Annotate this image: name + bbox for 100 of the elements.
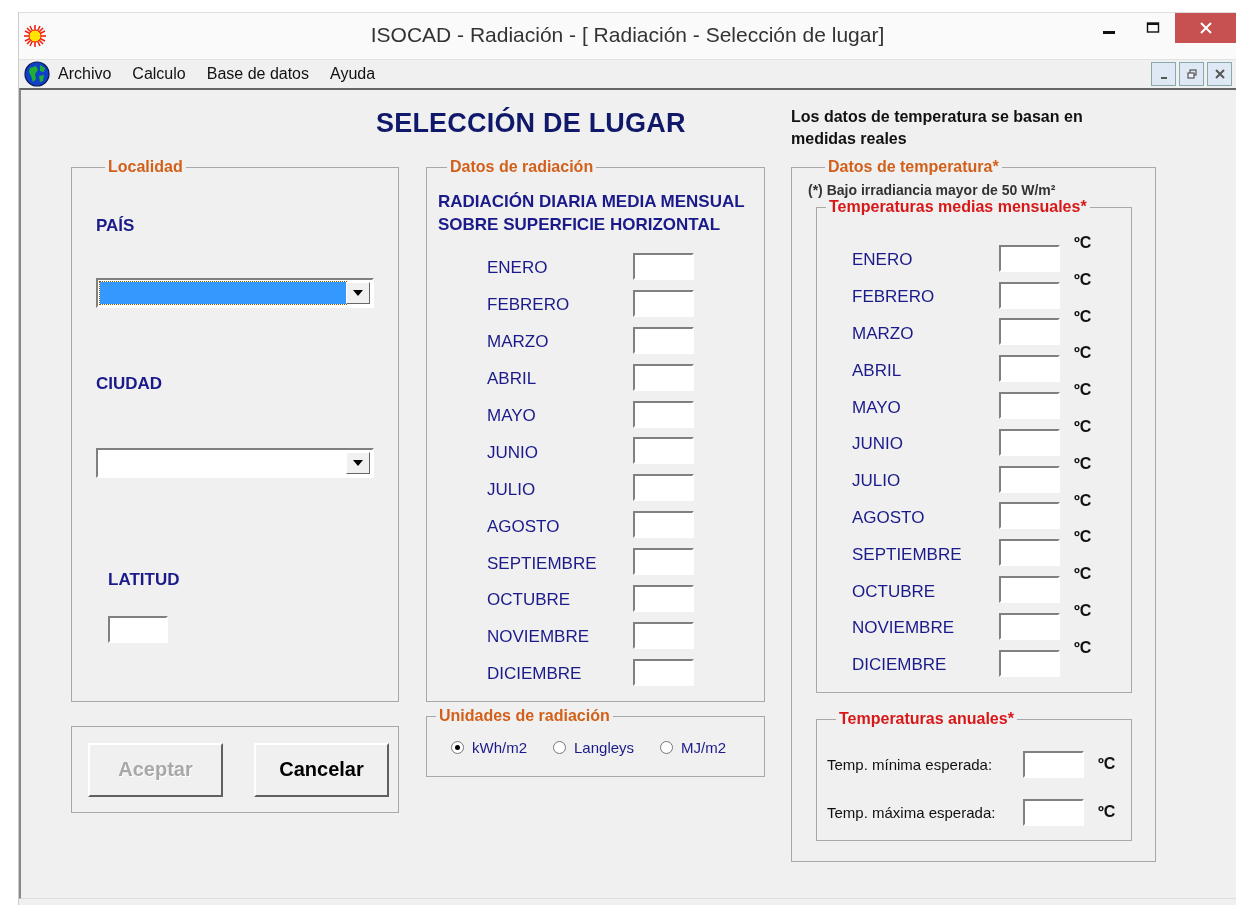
radiation-field[interactable] — [633, 252, 694, 280]
radio-button[interactable] — [553, 741, 566, 754]
radiation-field[interactable] — [633, 363, 694, 391]
menu-item[interactable]: Archivo — [58, 65, 112, 83]
month-label: JULIO — [852, 470, 902, 492]
month-label: SEPTIEMBRE — [852, 543, 963, 565]
unit-label: ºC — [1074, 307, 1092, 326]
country-dropdown[interactable] — [96, 278, 374, 308]
unit-label: ºC — [1074, 528, 1092, 547]
dropdown-arrow-button[interactable] — [346, 282, 370, 304]
month-label: SEPTIEMBRE — [487, 552, 598, 574]
temperature-field[interactable] — [999, 244, 1060, 272]
radiation-field[interactable] — [633, 511, 694, 539]
dialog-button[interactable]: Cancelar — [254, 742, 389, 797]
radiation-field[interactable] — [633, 548, 694, 576]
radiation-field[interactable] — [633, 326, 694, 354]
group-title: Datos de temperatura* — [827, 158, 1000, 176]
month-label: AGOSTO — [487, 515, 561, 537]
close-icon — [1197, 20, 1214, 36]
radiation-field[interactable] — [633, 474, 694, 502]
month-label: JUNIO — [852, 433, 904, 455]
temperature-field[interactable] — [999, 355, 1060, 383]
group-title: Unidades de radiación — [438, 707, 611, 725]
temperature-field[interactable] — [999, 649, 1060, 677]
latitude-field[interactable] — [108, 616, 168, 643]
radiation-field[interactable] — [633, 621, 694, 649]
window-title: ISOCAD - Radiación - [ Radiación - Selección de lugar] — [369, 23, 886, 47]
field-label: Temp. mínima esperada: — [827, 755, 994, 773]
radio-label[interactable]: kWh/m2 — [472, 739, 527, 756]
month-label: FEBRERO — [487, 294, 571, 316]
temperature-field[interactable] — [1023, 750, 1084, 778]
unit-label: ºC — [1098, 803, 1116, 821]
unit-label: ºC — [1074, 491, 1092, 510]
minimize-icon — [1160, 77, 1167, 79]
dropdown-arrow-button[interactable] — [346, 452, 370, 474]
month-label: MARZO — [852, 323, 915, 344]
footnote: (*) Bajo irradiancia mayor de 50 W/m² — [808, 182, 1057, 198]
menu-item[interactable]: Calculo — [132, 65, 186, 83]
close-button[interactable] — [1207, 62, 1232, 86]
group-title: Temperaturas anuales* — [838, 710, 1015, 728]
temperature-field[interactable] — [999, 539, 1060, 567]
month-label: OCTUBRE — [852, 580, 937, 602]
radiation-field[interactable] — [633, 658, 694, 686]
month-label: ENERO — [487, 257, 549, 279]
form-title: SELECCIÓN DE LUGAR — [376, 108, 687, 139]
month-label: JUNIO — [487, 441, 539, 463]
caret-icon — [353, 460, 363, 466]
unit-label: ºC — [1074, 234, 1092, 252]
radio-label[interactable]: MJ/m2 — [681, 739, 727, 756]
month-label: NOVIEMBRE — [852, 617, 956, 639]
temperature-field[interactable] — [999, 465, 1060, 493]
radiation-field[interactable] — [633, 400, 694, 428]
field-label: CIUDAD — [96, 374, 164, 394]
temperature-field[interactable] — [999, 281, 1060, 309]
sun-icon — [23, 24, 47, 48]
month-label: FEBRERO — [852, 286, 936, 308]
unit-label: ºC — [1098, 755, 1116, 773]
close-button[interactable] — [1175, 13, 1236, 43]
caret-icon — [353, 290, 363, 296]
unit-label: ºC — [1074, 638, 1092, 657]
restore-button[interactable] — [1179, 62, 1204, 86]
month-label: DICIEMBRE — [487, 663, 583, 685]
radio-button[interactable] — [451, 741, 464, 754]
unit-label: ºC — [1074, 454, 1092, 473]
month-label: ABRIL — [852, 359, 903, 381]
group-title: Temperaturas medias mensuales* — [828, 198, 1088, 216]
menu-item[interactable]: Base de datos — [206, 65, 309, 83]
temperature-field[interactable] — [999, 318, 1060, 346]
unit-label: ºC — [1074, 270, 1092, 289]
temperature-field[interactable] — [999, 612, 1060, 640]
field-label: Temp. máxima esperada: — [827, 803, 997, 821]
unit-label: ºC — [1074, 565, 1092, 584]
temperature-field[interactable] — [999, 392, 1060, 420]
unit-label: ºC — [1074, 418, 1092, 436]
field-label: PAÍS — [96, 216, 136, 236]
temperature-note: Los datos de temperatura se basan en medidas reales — [791, 107, 1084, 149]
radiation-heading: RADIACIÓN DIARIA MEDIA MENSUAL SOBRE SUPERFICIE HORIZONTAL — [438, 191, 746, 236]
radiation-field[interactable] — [633, 289, 694, 317]
radiation-field[interactable] — [633, 437, 694, 465]
menu-item[interactable]: Ayuda — [330, 65, 376, 83]
group-title: Localidad — [107, 158, 184, 176]
month-label: MAYO — [852, 396, 902, 418]
temperature-field[interactable] — [1023, 798, 1084, 826]
month-label: OCTUBRE — [487, 589, 572, 611]
month-label: DICIEMBRE — [852, 654, 948, 676]
radio-button[interactable] — [660, 741, 674, 754]
radiation-field[interactable] — [633, 584, 694, 612]
month-label: MAYO — [487, 405, 537, 426]
maximize-icon — [1146, 21, 1160, 35]
temperature-field[interactable] — [999, 428, 1060, 456]
temperature-field[interactable] — [999, 576, 1060, 604]
radio-label[interactable]: Langleys — [574, 739, 635, 756]
month-label: ABRIL — [487, 368, 538, 390]
close-icon — [1214, 69, 1225, 79]
city-dropdown[interactable] — [96, 448, 374, 478]
restore-icon — [1186, 69, 1197, 79]
temperature-field[interactable] — [999, 502, 1060, 530]
minimize-icon — [1103, 30, 1115, 34]
group-title: Datos de radiación — [449, 158, 595, 176]
month-label: ENERO — [852, 249, 914, 271]
